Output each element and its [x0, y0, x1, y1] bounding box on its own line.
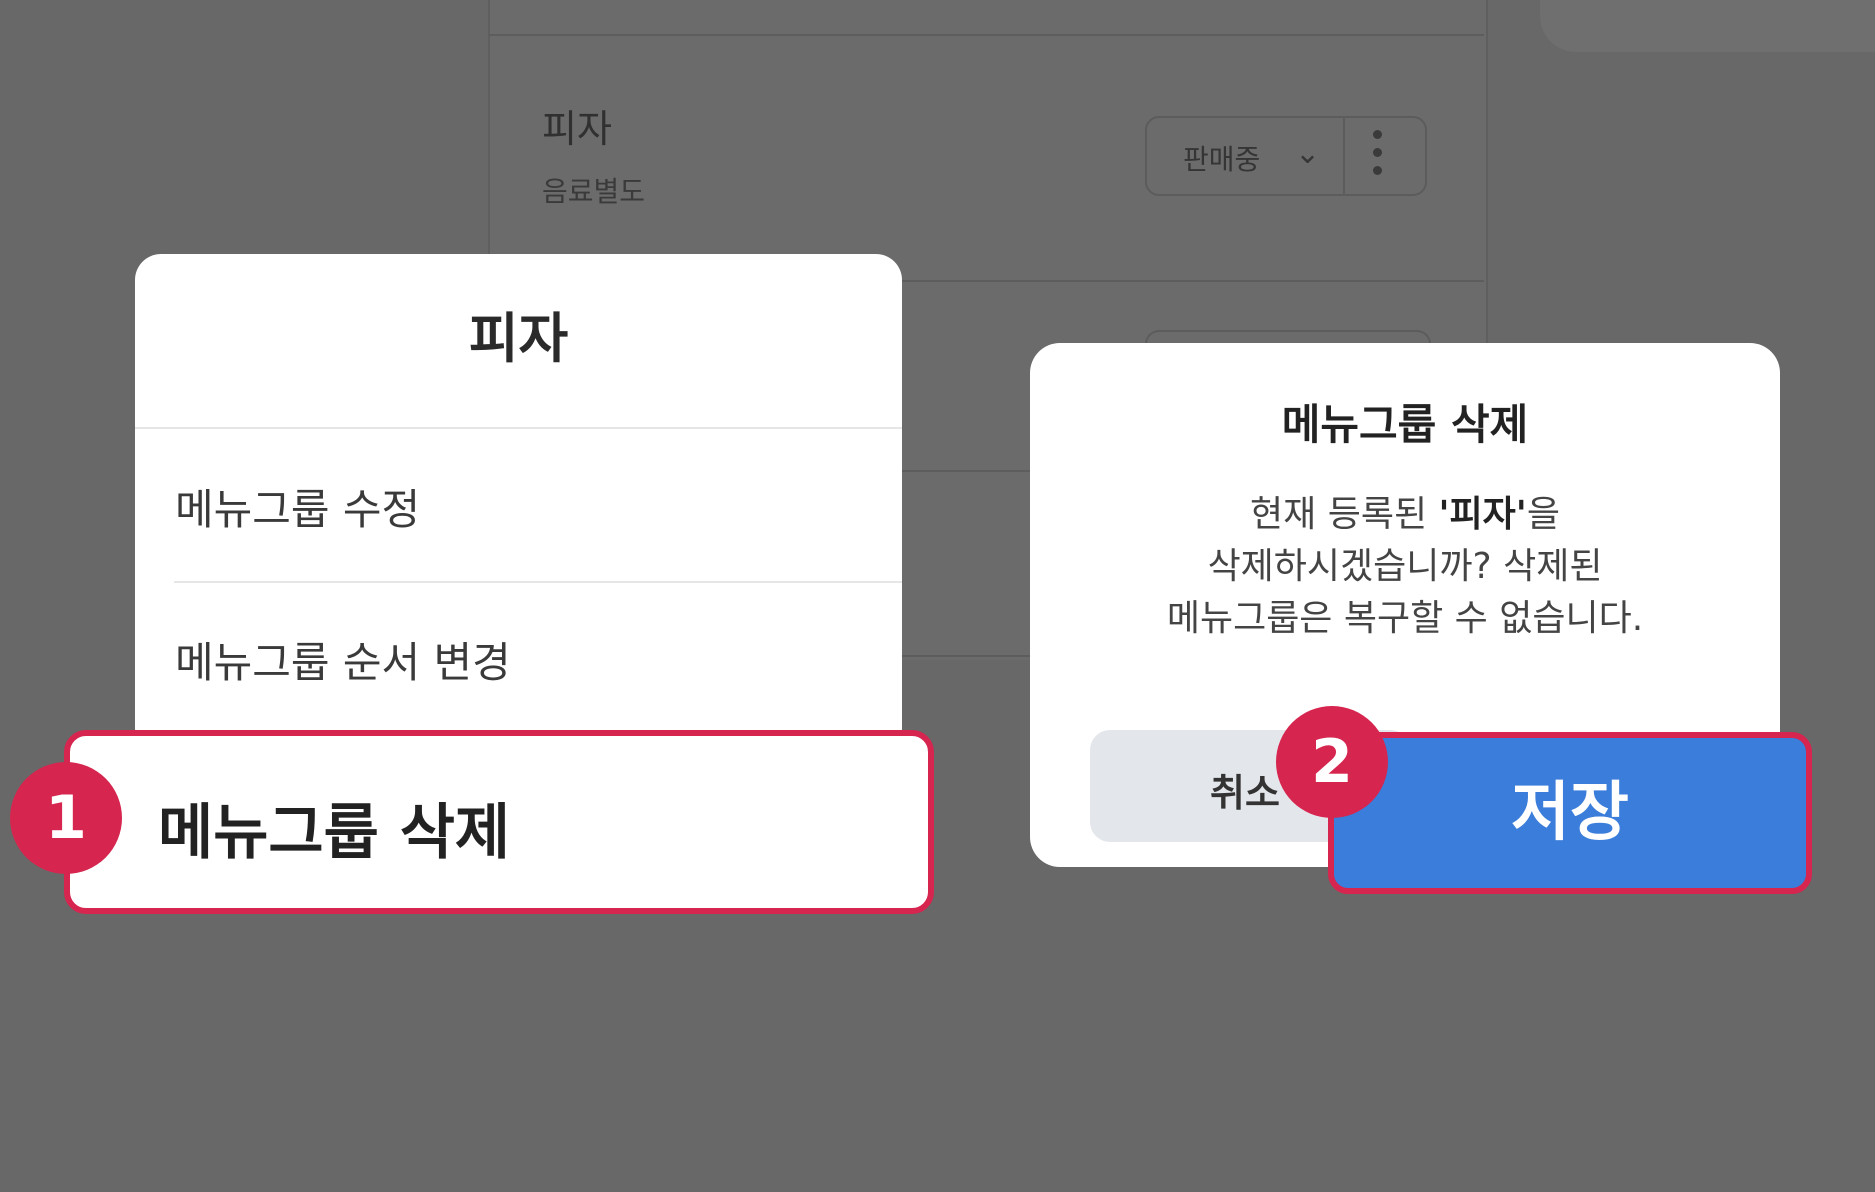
menu-group-name: 피자: [542, 107, 612, 151]
list-divider: [488, 34, 1484, 36]
edit-menu-group-option[interactable]: 메뉴그룹 수정: [175, 476, 420, 537]
chevron-down-icon: ⌄: [1295, 136, 1321, 171]
delete-menu-group-label: 메뉴그룹 삭제: [158, 798, 511, 868]
sale-status-select[interactable]: 판매중 ⌄: [1145, 116, 1427, 196]
dialog-message-line3: 메뉴그룹은 복구할 수 없습니다.: [1166, 598, 1644, 639]
dialog-message-prefix: 현재 등록된: [1250, 494, 1439, 535]
menu-group-description: 음료별도: [542, 175, 646, 208]
dialog-title: 메뉴그룹 삭제: [1281, 400, 1529, 449]
background-panel: [1540, 0, 1875, 52]
step-badge-2: 2: [1276, 706, 1388, 818]
step-badge-1: 1: [10, 762, 122, 874]
select-divider: [1343, 118, 1345, 194]
reorder-menu-group-option[interactable]: 메뉴그룹 순서 변경: [175, 629, 511, 690]
dialog-message-name: '피자': [1438, 494, 1527, 535]
dialog-message-suffix: 을: [1526, 494, 1560, 535]
divider: [174, 581, 902, 583]
delete-menu-group-option[interactable]: 메뉴그룹 삭제: [64, 730, 934, 914]
cancel-button-label: 취소: [1210, 771, 1280, 815]
save-button[interactable]: 저장: [1328, 732, 1812, 894]
menu-group-action-sheet: 피자 메뉴그룹 수정 메뉴그룹 순서 변경: [135, 254, 902, 754]
more-vertical-icon[interactable]: [1369, 130, 1385, 184]
sale-status-value: 판매중: [1183, 143, 1261, 176]
dialog-message-line2: 삭제하시겠습니까? 삭제된: [1207, 546, 1603, 587]
action-sheet-title: 피자: [468, 307, 569, 370]
dialog-message: 현재 등록된 '피자'을 삭제하시겠습니까? 삭제된 메뉴그룹은 복구할 수 없…: [1070, 489, 1740, 645]
divider: [135, 427, 902, 429]
